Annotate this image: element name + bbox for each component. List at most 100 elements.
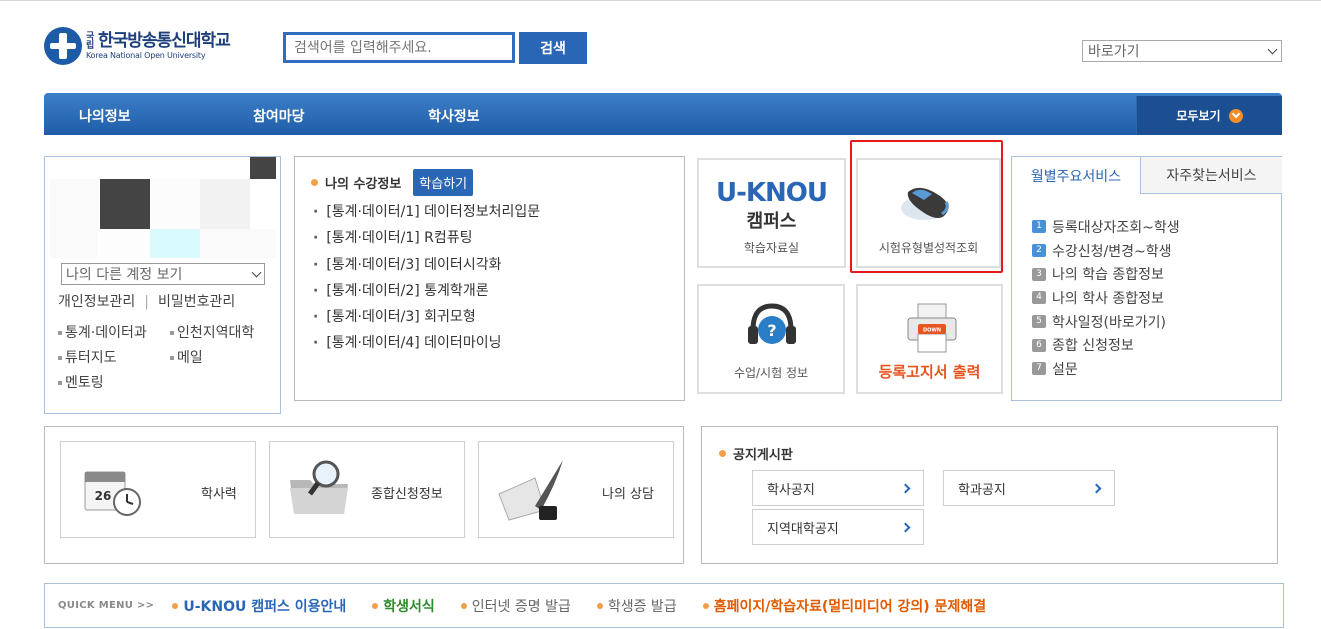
logo-korean-name: 한국방송통신대학교: [98, 30, 231, 51]
redacted-block: [50, 179, 98, 258]
quick-menu-item[interactable]: U-KNOU 캠퍼스 이용안내: [172, 596, 346, 616]
logo-english-name: Korea National Open University: [86, 50, 206, 60]
services-panel: 월별주요서비스 자주찾는서비스 1 등록대상자조회~학생 2 수강신청/변경~학생 …: [1011, 156, 1282, 401]
view-all-button[interactable]: 모두보기: [1136, 96, 1282, 135]
course-item[interactable]: [통계·데이터/1] 데이터정보처리입문: [313, 203, 540, 229]
redacted-block: [150, 179, 200, 229]
profile-photo-area: [50, 157, 276, 261]
department-link[interactable]: 통계·데이터과: [58, 322, 147, 342]
calendar-clock-icon: 26: [84, 471, 141, 516]
quicklink-select[interactable]: 바로가기: [1082, 40, 1282, 62]
course-item[interactable]: [통계·데이터/3] 회귀모형: [313, 308, 540, 334]
number-badge-icon: 1: [1032, 220, 1046, 234]
service-item-label: 나의 학습 종합정보: [1052, 267, 1164, 284]
chevron-right-icon: [1091, 483, 1102, 493]
department-notice-button[interactable]: 학과공지: [943, 470, 1115, 506]
calendar-day: 26: [95, 489, 112, 503]
university-logo[interactable]: 국립 한국방송통신대학교 Korea National Open Universi…: [44, 26, 266, 66]
regional-campus-link[interactable]: 인천지역대학: [170, 322, 254, 342]
chevron-down-circle-icon: [1228, 108, 1243, 123]
letter-quill-icon: [498, 460, 563, 521]
bullet-icon: [702, 602, 709, 609]
bullet-icon: [172, 602, 179, 609]
regional-notice-button[interactable]: 지역대학공지: [752, 509, 924, 545]
quick-menu-item[interactable]: 학생서식: [372, 596, 435, 616]
download-badge: DOWN: [923, 328, 941, 334]
bullet-icon: [311, 179, 318, 186]
search-input[interactable]: [283, 32, 515, 63]
tab-frequent-services[interactable]: 자주찾는서비스: [1140, 157, 1282, 194]
password-link[interactable]: 비밀번호관리: [158, 294, 235, 310]
course-item[interactable]: [통계·데이터/2] 통계학개론: [313, 282, 540, 308]
quick-box-label: 종합신청정보: [371, 487, 443, 502]
tab-monthly-services[interactable]: 월별주요서비스: [1012, 157, 1140, 194]
quick-menu-label: 학생서식: [383, 598, 435, 615]
redacted-block: [100, 179, 150, 229]
service-item[interactable]: 3 나의 학습 종합정보: [1032, 262, 1180, 286]
quick-box-label: 나의 상담: [602, 487, 654, 502]
quick-menu-label: U-KNOU 캠퍼스 이용안내: [183, 598, 347, 615]
account-select[interactable]: 나의 다른 계정 보기: [61, 263, 265, 285]
academic-calendar-box[interactable]: 26 학사력: [60, 441, 256, 538]
redacted-block: [100, 229, 150, 258]
main-nav: 나의정보 참여마당 학사정보 모두보기: [44, 93, 1282, 135]
bullet-icon: [372, 602, 379, 609]
application-info-box[interactable]: 종합신청정보: [269, 441, 465, 538]
number-badge-icon: 3: [1032, 267, 1046, 281]
nav-item-community[interactable]: 참여마당: [253, 106, 305, 126]
headset-help-icon: ?: [748, 303, 796, 344]
service-item[interactable]: 4 나의 학사 종합정보: [1032, 286, 1180, 310]
nav-item-academic[interactable]: 학사정보: [428, 106, 480, 126]
services-list: 1 등록대상자조회~학생 2 수강신청/변경~학생 3 나의 학습 종합정보 4 나의 …: [1032, 215, 1180, 381]
personal-info-link[interactable]: 개인정보관리: [58, 294, 135, 310]
mentoring-link[interactable]: 멘토링: [58, 372, 104, 392]
service-item-label: 등록대상자조회~학생: [1052, 219, 1180, 236]
tile-label-print: 등록고지서 출력: [878, 363, 981, 381]
logo-national-label: 국립: [86, 31, 94, 51]
chevron-down-icon: [251, 267, 262, 277]
mail-link[interactable]: 메일: [170, 347, 203, 367]
service-item[interactable]: 2 수강신청/변경~학생: [1032, 239, 1180, 263]
registration-bill-tile[interactable]: DOWN 등록고지서 출력: [856, 284, 1003, 394]
study-button[interactable]: 학습하기: [413, 169, 474, 196]
bullet-icon: [596, 602, 603, 609]
service-item[interactable]: 5 학사일정(바로가기): [1032, 310, 1180, 334]
notice-button-label: 학과공지: [958, 482, 1006, 498]
academic-notice-button[interactable]: 학사공지: [752, 470, 924, 506]
folder-search-icon: [290, 460, 348, 514]
service-item[interactable]: 1 등록대상자조회~학생: [1032, 215, 1180, 239]
service-item-label: 설문: [1052, 361, 1078, 378]
number-badge-icon: 7: [1032, 362, 1046, 376]
quick-menu-item[interactable]: 홈페이지/학습자료(멀티미디어 강의) 문제해결: [702, 596, 987, 616]
bullet-icon: [719, 450, 726, 457]
number-badge-icon: 4: [1032, 291, 1046, 305]
printer-icon: DOWN: [907, 303, 957, 353]
chevron-right-icon: [900, 483, 911, 493]
service-item-label: 수강신청/변경~학생: [1052, 243, 1172, 260]
quick-menu-item[interactable]: 학생증 발급: [596, 596, 677, 616]
university-emblem-icon: [44, 27, 82, 65]
search-button[interactable]: 검색: [519, 32, 587, 64]
course-list: [통계·데이터/1] 데이터정보처리입문 [통계·데이터/1] R컴퓨팅 [통계…: [313, 203, 540, 361]
nav-item-my-info[interactable]: 나의정보: [79, 106, 131, 126]
uknou-campus-tile[interactable]: U-KNOU 캠퍼스 학습자료실: [697, 158, 846, 268]
top-border: [0, 0, 1321, 5]
quick-menu-label: 학생증 발급: [607, 598, 677, 615]
account-select-value: 나의 다른 계정 보기: [66, 267, 183, 283]
quick-menu-item[interactable]: 인터넷 증명 발급: [460, 596, 571, 616]
course-item[interactable]: [통계·데이터/3] 데이터시각화: [313, 256, 540, 282]
class-exam-info-tile[interactable]: ? 수업/시험 정보: [697, 284, 845, 394]
course-item[interactable]: [통계·데이터/1] R컴퓨팅: [313, 229, 540, 255]
tutor-link[interactable]: 튜터지도: [58, 347, 117, 367]
service-item[interactable]: 6 종합 신청정보: [1032, 333, 1180, 357]
course-item[interactable]: [통계·데이터/4] 데이터마이닝: [313, 334, 540, 360]
course-title: 나의 수강정보: [325, 177, 402, 192]
service-item[interactable]: 7 설문: [1032, 357, 1180, 381]
quick-menu-label: 홈페이지/학습자료(멀티미디어 강의) 문제해결: [713, 598, 987, 615]
redacted-block: [250, 157, 276, 179]
course-panel: 나의 수강정보 학습하기 [통계·데이터/1] 데이터정보처리입문 [통계·데이…: [294, 156, 685, 401]
notice-title: 공지게시판: [733, 448, 793, 463]
view-all-label: 모두보기: [1176, 109, 1221, 123]
counseling-box[interactable]: 나의 상담: [478, 441, 674, 538]
tile-label: 학습자료실: [743, 241, 800, 255]
